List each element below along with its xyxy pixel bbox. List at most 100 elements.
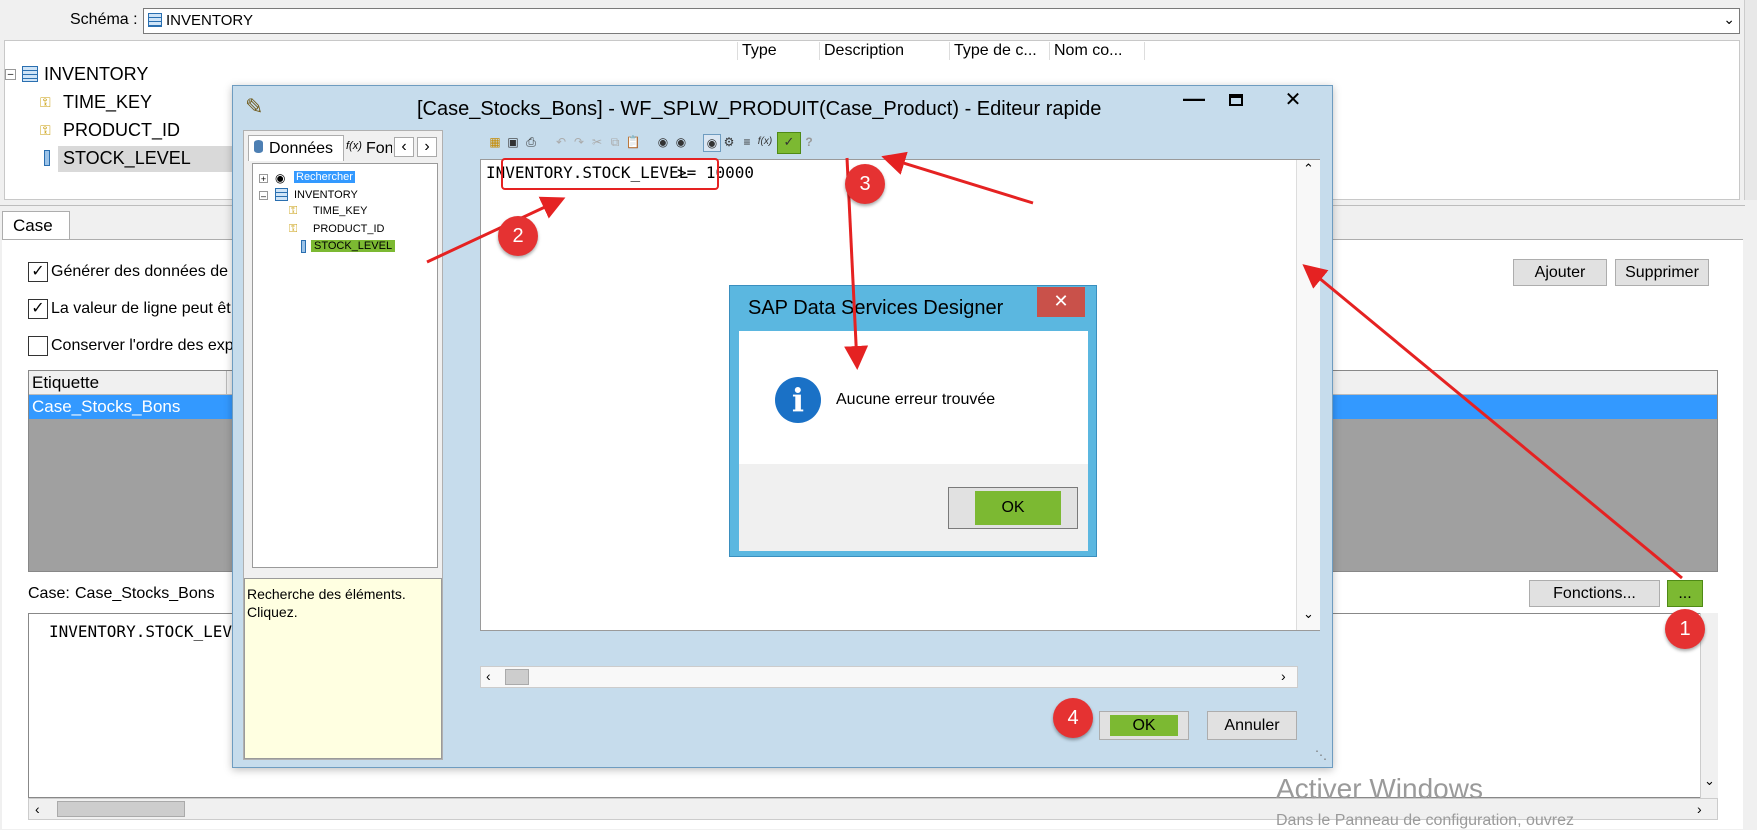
dialog-ok-label: OK xyxy=(1001,499,1025,516)
windows-watermark-subtitle: Dans le Panneau de configuration, ouvrez xyxy=(1276,812,1574,829)
tab-donnees[interactable]: Données xyxy=(248,135,344,161)
chevron-down-icon[interactable]: ⌄ xyxy=(1303,606,1314,622)
checkbox-row-value[interactable]: ✓ xyxy=(28,299,48,319)
collapse-icon[interactable]: – xyxy=(5,69,16,80)
dialog-message: Aucune erreur trouvée xyxy=(836,391,996,408)
database-icon xyxy=(254,140,263,153)
add-button[interactable]: Ajouter xyxy=(1513,259,1607,286)
editor-tree: + ◉ Rechercher – INVENTORY ⚿ TIME_KEY ⚿ … xyxy=(252,163,438,568)
table-row-label: Case_Stocks_Bons xyxy=(32,397,181,416)
validate-icon[interactable]: ✓ xyxy=(777,132,801,154)
dialog-ok-button[interactable]: OK xyxy=(948,487,1078,529)
tree-root[interactable]: INVENTORY xyxy=(294,189,358,201)
dialog-body: i Aucune erreur trouvée OK xyxy=(739,331,1088,551)
chevron-right-icon[interactable]: › xyxy=(1281,668,1286,684)
find-icon[interactable]: ◉ xyxy=(655,134,671,150)
tree-item-time-key[interactable]: TIME_KEY xyxy=(313,205,367,217)
save-icon[interactable]: ▣ xyxy=(505,134,521,150)
case-name: Case_Stocks_Bons xyxy=(75,585,215,602)
chevron-up-icon[interactable]: ⌃ xyxy=(1303,161,1314,177)
annotation-badge-2-text: 2 xyxy=(512,225,524,247)
close-button[interactable]: ✕ xyxy=(1258,87,1328,115)
checkbox-preserve-order-label: Conserver l'ordre des exp xyxy=(51,337,234,354)
table-icon xyxy=(275,188,288,201)
checkbox-preserve-order[interactable] xyxy=(28,336,48,356)
chevron-down-icon[interactable]: ⌄ xyxy=(1723,11,1735,28)
tree-item-stock-level[interactable]: STOCK_LEVEL xyxy=(311,240,396,252)
editor-horizontal-scrollbar[interactable]: ‹ › xyxy=(480,666,1298,688)
message-dialog: SAP Data Services Designer ✕ i Aucune er… xyxy=(729,285,1097,557)
undo-icon[interactable]: ↶ xyxy=(553,134,569,150)
replace-icon[interactable]: ◉ xyxy=(673,134,689,150)
schema-tree-item-time-key[interactable]: TIME_KEY xyxy=(63,92,152,113)
schema-select[interactable]: INVENTORY ⌄ xyxy=(143,8,1740,34)
info-icon: i xyxy=(775,377,821,423)
functions-button[interactable]: Fonctions... xyxy=(1529,580,1660,607)
column-header-type-content[interactable]: Type de c... xyxy=(949,42,1049,60)
ok-button[interactable]: OK xyxy=(1099,711,1189,740)
smart-editor-icon[interactable]: ◉ xyxy=(703,134,721,152)
add-button-label: Ajouter xyxy=(1534,264,1586,281)
table-header-divider xyxy=(226,371,227,395)
chevron-left-icon[interactable]: ‹ xyxy=(35,801,40,817)
delete-button-label: Supprimer xyxy=(1625,264,1699,281)
cut-icon[interactable]: ✂ xyxy=(589,134,605,150)
redo-icon[interactable]: ↷ xyxy=(571,134,587,150)
tree-item-product-id[interactable]: PRODUCT_ID xyxy=(313,223,385,235)
tab-scroll-left[interactable]: ‹ xyxy=(394,137,414,157)
tab-case[interactable]: Case xyxy=(2,211,70,239)
schema-tree-item-product-id[interactable]: PRODUCT_ID xyxy=(63,120,180,141)
key-icon: ⚿ xyxy=(289,223,298,235)
tab-scroll-right[interactable]: › xyxy=(417,137,437,157)
column-header-type[interactable]: Type xyxy=(737,42,817,60)
table-header-etiquette[interactable]: Etiquette xyxy=(32,373,99,393)
dialog-close-button[interactable]: ✕ xyxy=(1037,287,1085,317)
collapse-icon[interactable]: – xyxy=(259,191,268,201)
schema-tree-root[interactable]: INVENTORY xyxy=(44,64,148,85)
editor-title: [Case_Stocks_Bons] - WF_SPLW_PRODUIT(Cas… xyxy=(417,98,1102,120)
column-header-description[interactable]: Description xyxy=(819,42,949,60)
annotation-badge-4-text: 4 xyxy=(1067,707,1079,729)
list-icon[interactable]: ≡ xyxy=(739,134,755,150)
delete-button[interactable]: Supprimer xyxy=(1615,259,1709,286)
help-icon[interactable]: ? xyxy=(801,134,817,150)
highlight-box xyxy=(501,158,719,190)
scroll-thumb[interactable] xyxy=(57,801,185,817)
dialog-title: SAP Data Services Designer xyxy=(748,297,1004,319)
column-header-name[interactable]: Nom co... xyxy=(1049,42,1145,60)
ok-button-label: OK xyxy=(1132,717,1156,734)
chevron-left-icon[interactable]: ‹ xyxy=(486,668,491,684)
cancel-button[interactable]: Annuler xyxy=(1207,711,1297,740)
open-icon[interactable]: ▦ xyxy=(487,134,503,150)
copy-icon[interactable]: ⧉ xyxy=(607,134,623,150)
function-wizard-icon[interactable]: ⚙ xyxy=(721,134,737,150)
print-icon[interactable]: ⎙ xyxy=(523,134,539,150)
tab-fonctions[interactable]: f(x) Fonc xyxy=(344,137,392,161)
scrollbar[interactable] xyxy=(1744,0,1757,200)
annotation-badge-2: 2 xyxy=(498,216,538,256)
resize-grip-icon[interactable]: ⋱ xyxy=(1315,748,1327,762)
checkbox-generate-data[interactable]: ✓ xyxy=(28,262,48,282)
fx-icon[interactable]: f(x) xyxy=(757,134,773,150)
annotation-badge-4: 4 xyxy=(1053,698,1093,738)
scroll-thumb[interactable] xyxy=(505,669,529,685)
ellipsis-button[interactable]: ... xyxy=(1667,580,1703,607)
binoculars-icon: ◉ xyxy=(275,171,286,185)
maximize-button[interactable] xyxy=(1216,87,1256,115)
key-icon: ⚿ xyxy=(289,205,298,217)
chevron-right-icon[interactable]: › xyxy=(1697,801,1702,817)
editor-vertical-scrollbar[interactable]: ⌃ ⌄ xyxy=(1296,160,1320,630)
column-icon xyxy=(301,240,306,253)
annotation-badge-1: 1 xyxy=(1665,609,1705,649)
checkbox-generate-data-label: Générer des données de s xyxy=(51,263,241,280)
pencil-icon: ✎ xyxy=(245,94,264,119)
chevron-down-icon[interactable]: ⌄ xyxy=(1704,773,1715,789)
tree-search[interactable]: Rechercher xyxy=(294,171,355,183)
paste-icon[interactable]: 📋 xyxy=(625,134,641,150)
expand-icon[interactable]: + xyxy=(259,174,268,184)
schema-tree-item-stock-level[interactable]: STOCK_LEVEL xyxy=(63,148,191,169)
schema-columns-header: Type Description Type de c... Nom co... xyxy=(735,41,1738,63)
minimize-button[interactable]: — xyxy=(1174,87,1214,115)
hint-panel: Recherche des éléments. Cliquez. xyxy=(244,578,442,759)
vertical-scrollbar[interactable]: ⌄ xyxy=(1700,613,1718,798)
